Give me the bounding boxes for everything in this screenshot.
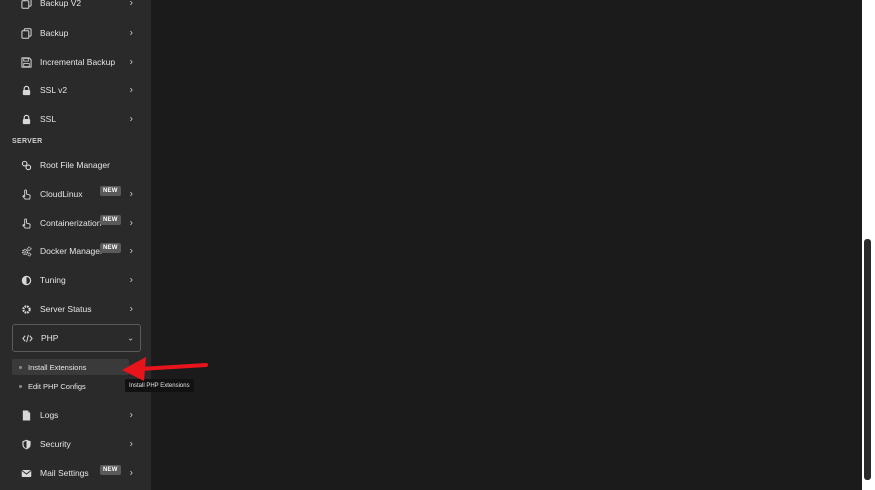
- sidebar-item-label: Security: [40, 439, 71, 449]
- sidebar-item-backup-v2[interactable]: Backup V2 ›: [12, 0, 139, 16]
- copy-icon: [18, 25, 34, 41]
- hand-pointer-icon: [18, 186, 34, 202]
- submenu-item-edit-php-configs[interactable]: Edit PHP Configs: [12, 378, 129, 394]
- sidebar-item-ssl[interactable]: SSL ›: [12, 106, 139, 132]
- sidebar-item-incremental-backup[interactable]: Incremental Backup ›: [12, 49, 139, 75]
- gear-icon: [18, 301, 34, 317]
- sidebar-item-label: SSL v2: [40, 85, 68, 95]
- chevron-right-icon: ›: [129, 467, 133, 479]
- hand-pointer-icon: [18, 215, 34, 231]
- lock-icon: [18, 82, 34, 98]
- copy-icon: [18, 0, 34, 11]
- sidebar-item-cloudlinux[interactable]: CloudLinux NEW ›: [12, 181, 139, 207]
- sidebar-item-php[interactable]: PHP ⌄: [12, 324, 141, 352]
- sidebar-item-server-status[interactable]: Server Status ›: [12, 296, 139, 322]
- scrollbar-thumb[interactable]: [864, 239, 871, 480]
- main-content: [151, 0, 862, 490]
- sidebar-item-mail-settings[interactable]: Mail Settings NEW ›: [12, 460, 139, 486]
- submenu-item-label: Install Extensions: [28, 362, 87, 372]
- sidebar-item-logs[interactable]: Logs ›: [12, 402, 139, 428]
- bullet-icon: [19, 365, 22, 369]
- sidebar-item-label: Root File Manager: [40, 160, 110, 170]
- sidebar-item-label: Containerization: [40, 218, 102, 228]
- vertical-scrollbar[interactable]: [862, 0, 875, 490]
- chevron-right-icon: ›: [129, 113, 133, 125]
- new-badge: NEW: [100, 465, 121, 475]
- chevron-right-icon: ›: [129, 303, 133, 315]
- sidebar-item-security[interactable]: Security ›: [12, 431, 139, 457]
- envelope-icon: [18, 465, 34, 481]
- chevron-right-icon: ›: [129, 409, 133, 421]
- new-badge: NEW: [100, 215, 121, 225]
- sidebar-item-label: Backup V2: [40, 0, 82, 8]
- chevron-right-icon: ›: [129, 84, 133, 96]
- chevron-right-icon: ›: [129, 245, 133, 257]
- sidebar-item-root-file-manager[interactable]: Root File Manager: [12, 152, 139, 178]
- chevron-right-icon: ›: [129, 188, 133, 200]
- sidebar: Backup V2 › Backup › Incremental Backup …: [0, 0, 151, 490]
- sidebar-item-label: SSL: [40, 114, 57, 124]
- bullet-icon: [19, 384, 22, 388]
- submenu-item-label: Edit PHP Configs: [28, 381, 86, 391]
- chevron-right-icon: ›: [129, 217, 133, 229]
- chevron-right-icon: ›: [129, 27, 133, 39]
- sidebar-item-label: Tuning: [40, 275, 66, 285]
- sidebar-item-label: CloudLinux: [40, 189, 83, 199]
- adjust-icon: [18, 272, 34, 288]
- save-icon: [18, 54, 34, 70]
- sidebar-item-label: Mail Settings: [40, 468, 89, 478]
- chevron-right-icon: ›: [129, 438, 133, 450]
- new-badge: NEW: [100, 243, 121, 253]
- sidebar-item-label: Backup: [40, 28, 69, 38]
- sidebar-item-label: Incremental Backup: [40, 57, 116, 67]
- shield-icon: [18, 436, 34, 452]
- lock-icon: [18, 111, 34, 127]
- cogs-icon: [18, 243, 34, 259]
- sidebar-item-docker-manager[interactable]: Docker Manager NEW ›: [12, 238, 139, 264]
- sidebar-item-label: Server Status: [40, 304, 92, 314]
- sidebar-item-containerization[interactable]: Containerization NEW ›: [12, 210, 139, 236]
- new-badge: NEW: [100, 186, 121, 196]
- section-label-server: SERVER: [12, 138, 43, 145]
- chevron-right-icon: ›: [129, 0, 133, 9]
- sidebar-item-label: Logs: [40, 410, 59, 420]
- sidebar-item-label: Docker Manager: [40, 246, 103, 256]
- chevron-right-icon: ›: [129, 56, 133, 68]
- sidebar-item-label: PHP: [41, 333, 59, 343]
- file-icon: [18, 407, 34, 423]
- link-icon: [18, 157, 34, 173]
- arrow-annotation-icon: [122, 357, 208, 381]
- sidebar-item-ssl-v2[interactable]: SSL v2 ›: [12, 77, 139, 103]
- chevron-down-icon: ⌄: [127, 333, 134, 343]
- submenu-item-install-extensions[interactable]: Install Extensions: [12, 359, 129, 375]
- chevron-right-icon: ›: [129, 274, 133, 286]
- sidebar-item-tuning[interactable]: Tuning ›: [12, 267, 139, 293]
- sidebar-item-backup[interactable]: Backup ›: [12, 20, 139, 46]
- code-icon: [19, 330, 35, 346]
